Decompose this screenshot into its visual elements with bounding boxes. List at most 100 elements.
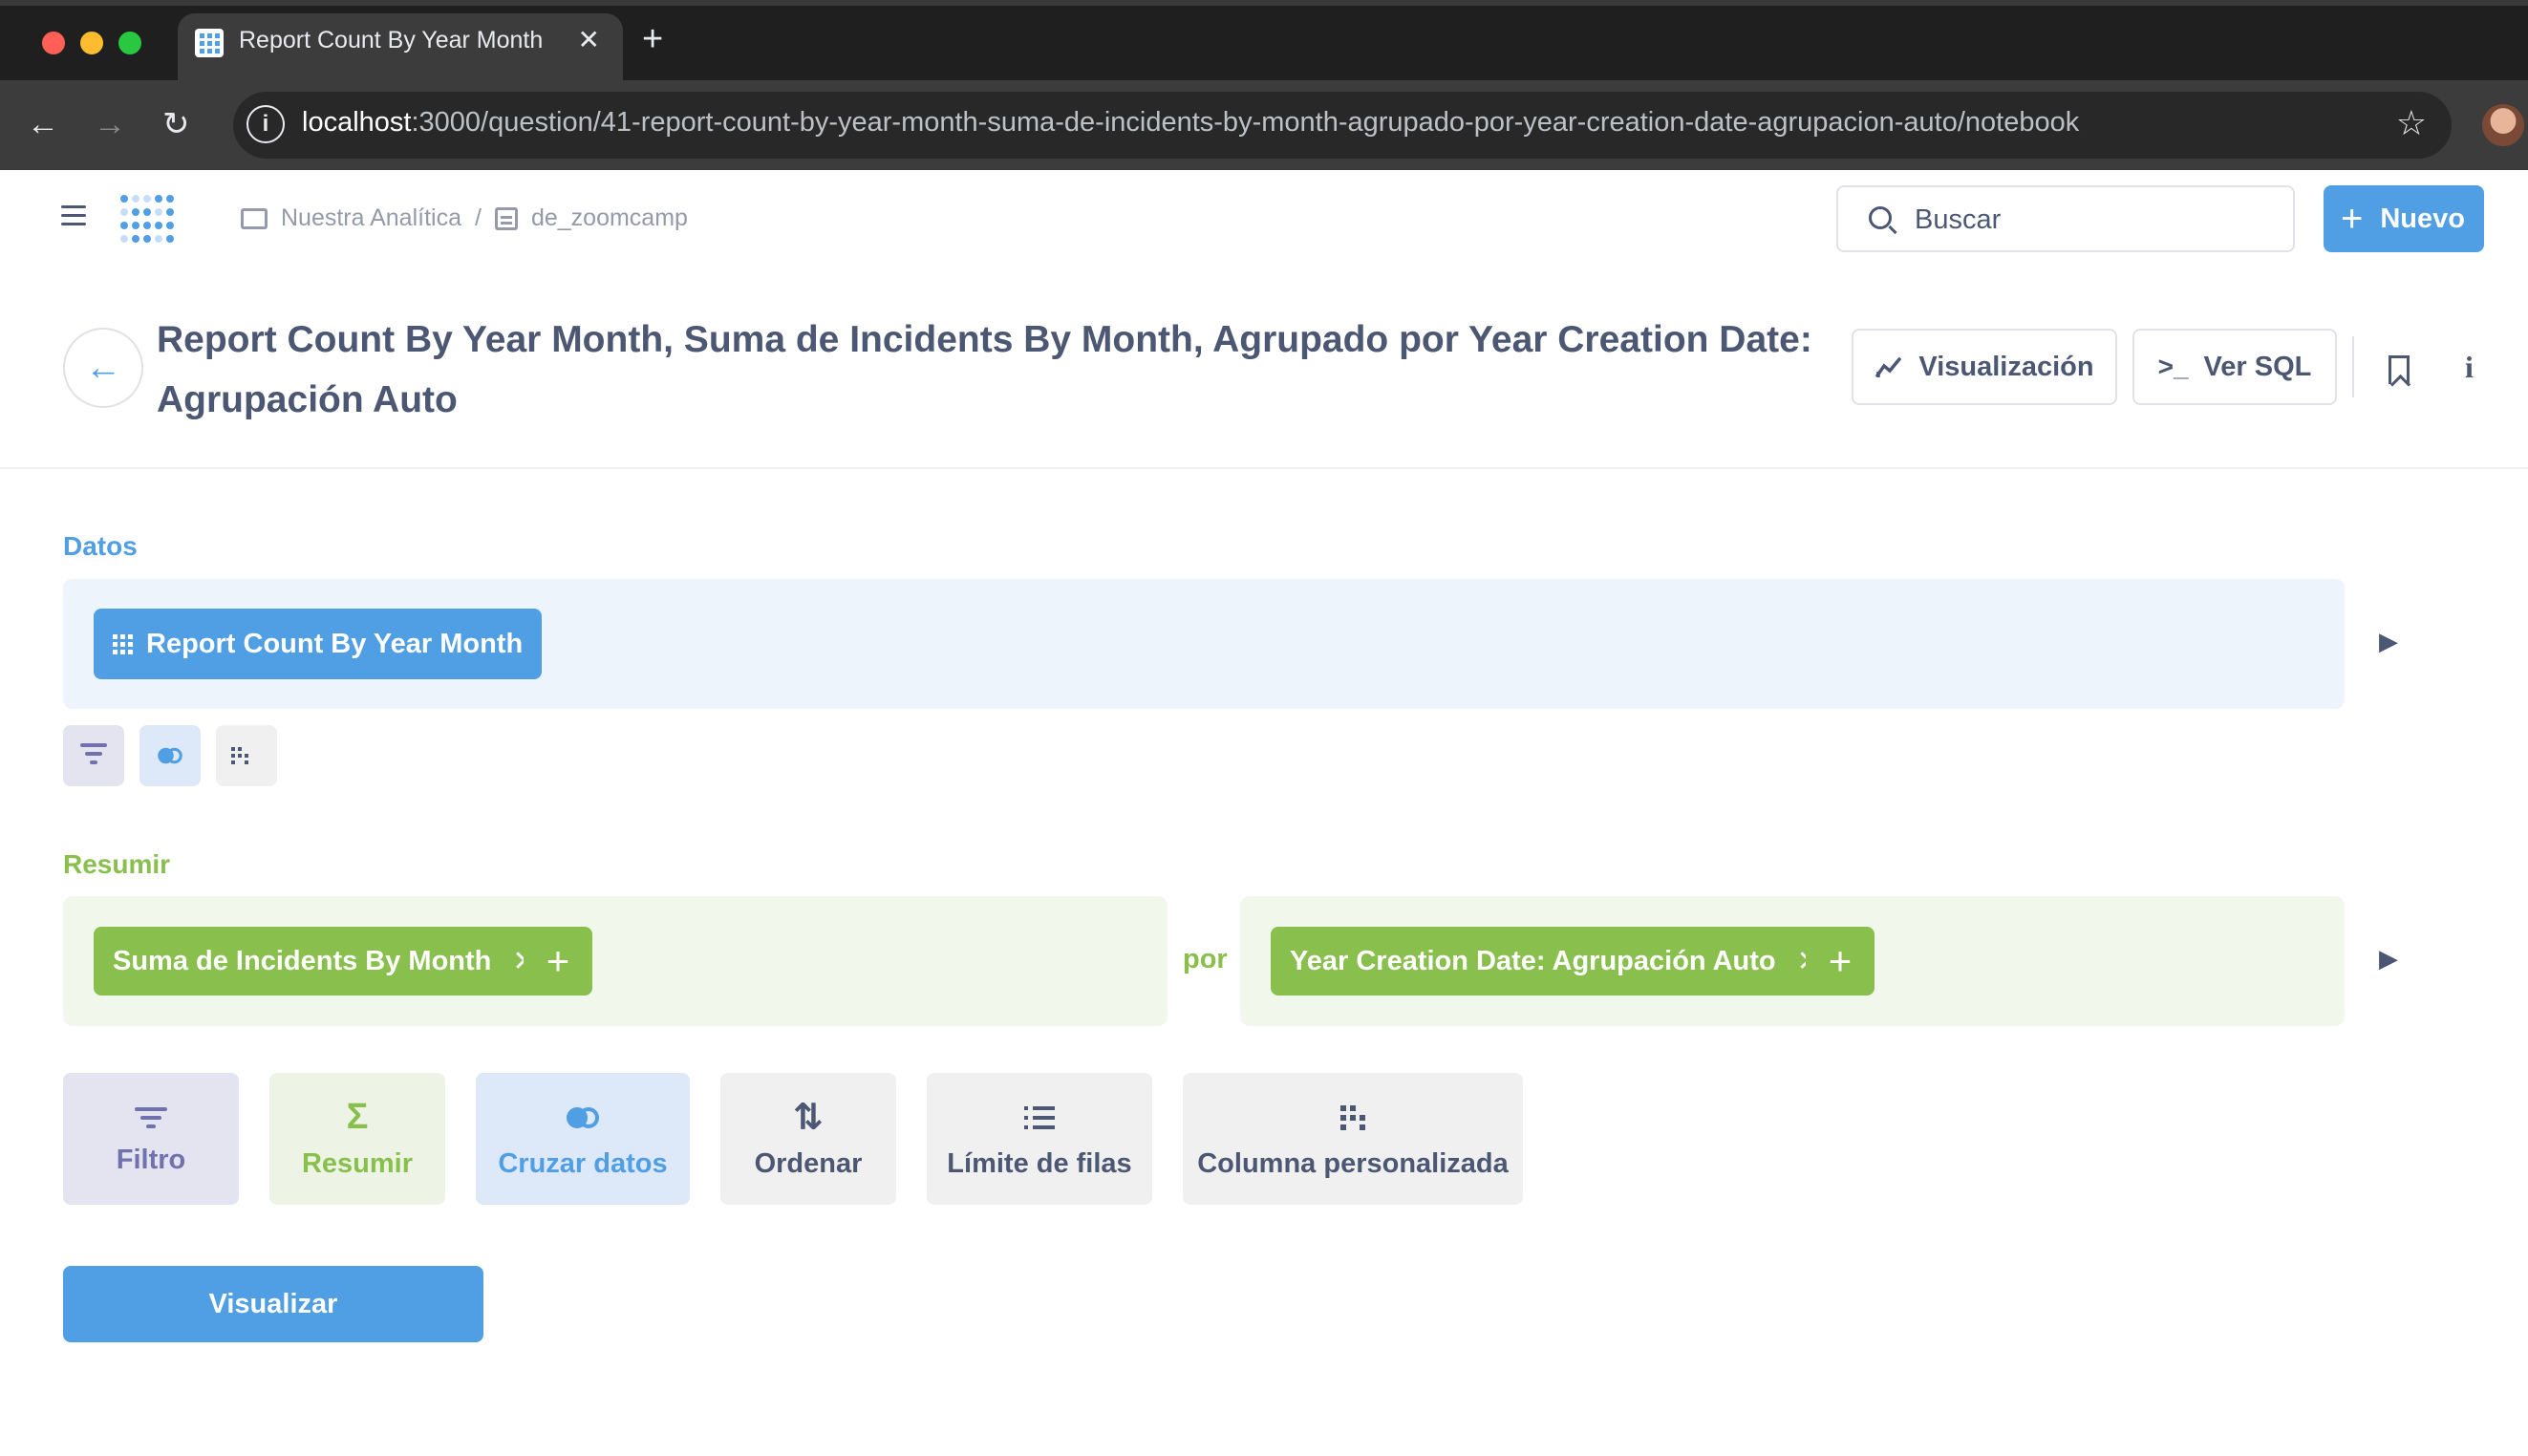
visualization-button[interactable]: Visualización xyxy=(1852,329,2117,405)
logo-dot xyxy=(132,195,139,203)
logo-dot xyxy=(132,222,139,229)
preview-play-icon[interactable]: ▶ xyxy=(2379,627,2398,656)
filter-step-label: Filtro xyxy=(116,1145,186,1175)
sort-step-label: Ordenar xyxy=(754,1147,863,1179)
logo-dot xyxy=(143,222,151,229)
info-icon[interactable]: i xyxy=(2465,350,2474,385)
hamburger-menu-icon[interactable] xyxy=(61,205,86,226)
logo-dot xyxy=(155,222,162,229)
add-breakout-button[interactable]: + xyxy=(1806,927,1875,996)
breadcrumb-database[interactable]: de_zoomcamp xyxy=(531,204,688,232)
join-icon xyxy=(567,1099,599,1137)
new-button-label: Nuevo xyxy=(2380,203,2465,234)
reload-icon[interactable]: ↻ xyxy=(162,105,190,143)
add-join-mini-button[interactable] xyxy=(139,725,201,786)
back-button[interactable]: ← xyxy=(63,328,143,408)
address-bar[interactable]: i localhost:3000/question/41-report-coun… xyxy=(233,92,2452,159)
bookmark-icon[interactable] xyxy=(2389,355,2410,384)
preview-play-icon[interactable]: ▶ xyxy=(2379,944,2398,974)
tab-title: Report Count By Year Month, xyxy=(239,27,545,54)
breadcrumb-collection[interactable]: Nuestra Analítica xyxy=(281,204,461,232)
search-input[interactable] xyxy=(1913,199,2276,241)
breadcrumb: Nuestra Analítica / de_zoomcamp xyxy=(241,204,688,232)
visualize-button[interactable]: Visualizar xyxy=(63,1266,483,1342)
logo-dot xyxy=(143,195,151,203)
site-info-icon[interactable]: i xyxy=(246,105,285,143)
window-minimize-dot[interactable] xyxy=(80,32,103,54)
logo-dot xyxy=(166,235,174,243)
sigma-icon: Σ xyxy=(346,1097,369,1137)
table-grid-icon xyxy=(113,633,133,654)
join-step-label: Cruzar datos xyxy=(498,1147,668,1179)
folder-icon xyxy=(241,207,268,229)
join-step-button[interactable]: Cruzar datos xyxy=(476,1073,690,1205)
logo-dot xyxy=(155,195,162,203)
data-source-pill[interactable]: Report Count By Year Month xyxy=(94,609,543,679)
browser-tab[interactable]: Report Count By Year Month, ✕ xyxy=(178,13,623,80)
summarize-step-button[interactable]: Σ Resumir xyxy=(269,1073,445,1205)
breakout-pill[interactable]: Year Creation Date: Agrupación Auto ✕ xyxy=(1271,927,1840,996)
view-sql-button-label: Ver SQL xyxy=(2203,351,2312,382)
row-limit-step-button[interactable]: Límite de filas xyxy=(927,1073,1152,1205)
page-title[interactable]: Report Count By Year Month, Suma de Inci… xyxy=(157,310,1829,430)
data-source-label: Report Count By Year Month xyxy=(146,628,524,659)
sort-step-button[interactable]: ⇅ Ordenar xyxy=(720,1073,896,1205)
search-box[interactable] xyxy=(1836,185,2295,252)
logo-dot xyxy=(166,195,174,203)
logo-dot xyxy=(132,235,139,243)
window-maximize-dot[interactable] xyxy=(118,32,141,54)
bookmark-star-icon[interactable]: ☆ xyxy=(2396,103,2427,143)
breakout-label: Year Creation Date: Agrupación Auto xyxy=(1290,945,1776,976)
logo-dot xyxy=(132,208,139,216)
logo-dot xyxy=(166,222,174,229)
by-label: por xyxy=(1183,944,1228,974)
summarize-section-label: Resumir xyxy=(63,849,171,879)
logo-dot xyxy=(120,208,128,216)
visualization-button-label: Visualización xyxy=(1918,351,2094,382)
line-chart-icon xyxy=(1875,357,1902,377)
custom-column-icon xyxy=(1340,1099,1365,1137)
window-close-dot[interactable] xyxy=(42,32,65,54)
logo-dot xyxy=(143,235,151,243)
filter-icon xyxy=(135,1102,167,1133)
table-icon xyxy=(494,206,518,230)
add-metric-button[interactable]: + xyxy=(524,927,592,996)
custom-column-step-label: Columna personalizada xyxy=(1197,1147,1509,1179)
terminal-icon: >_ xyxy=(2157,352,2189,381)
url-text[interactable]: localhost:3000/question/41-report-count-… xyxy=(302,107,2079,139)
profile-avatar[interactable] xyxy=(2482,104,2524,146)
custom-column-step-button[interactable]: Columna personalizada xyxy=(1183,1073,1523,1205)
logo-dot xyxy=(120,222,128,229)
tab-close-icon[interactable]: ✕ xyxy=(578,27,600,54)
sort-arrows-icon: ⇅ xyxy=(793,1098,824,1138)
metric-pill[interactable]: Suma de Incidents By Month ✕ xyxy=(94,927,556,996)
forward-arrow-icon[interactable]: → xyxy=(94,105,126,143)
header-divider-line xyxy=(0,467,2528,469)
add-custom-column-mini-button[interactable] xyxy=(216,725,277,786)
logo-dot xyxy=(155,208,162,216)
metabase-logo-icon[interactable] xyxy=(118,189,176,248)
plus-icon: + xyxy=(546,938,570,983)
logo-dot xyxy=(166,208,174,216)
arrow-left-icon: ← xyxy=(85,347,121,388)
metric-label: Suma de Incidents By Month xyxy=(113,945,492,976)
join-icon xyxy=(158,747,182,764)
add-filter-mini-button[interactable] xyxy=(63,725,124,786)
data-section-label: Datos xyxy=(63,531,138,561)
filter-icon xyxy=(80,742,107,769)
view-sql-button[interactable]: >_ Ver SQL xyxy=(2132,329,2337,405)
logo-dot xyxy=(120,235,128,243)
filter-step-button[interactable]: Filtro xyxy=(63,1073,239,1205)
search-icon xyxy=(1869,206,1892,229)
row-limit-step-label: Límite de filas xyxy=(947,1147,1132,1179)
new-tab-icon[interactable]: + xyxy=(642,21,663,57)
logo-dot xyxy=(120,195,128,203)
header-divider xyxy=(2352,336,2354,397)
custom-column-icon xyxy=(231,747,248,764)
back-arrow-icon[interactable]: ← xyxy=(27,105,59,143)
list-icon xyxy=(1024,1099,1055,1137)
breadcrumb-separator: / xyxy=(475,204,482,231)
summarize-step-label: Resumir xyxy=(301,1147,414,1179)
new-button[interactable]: + Nuevo xyxy=(2324,185,2484,252)
visualize-button-label: Visualizar xyxy=(208,1288,338,1319)
